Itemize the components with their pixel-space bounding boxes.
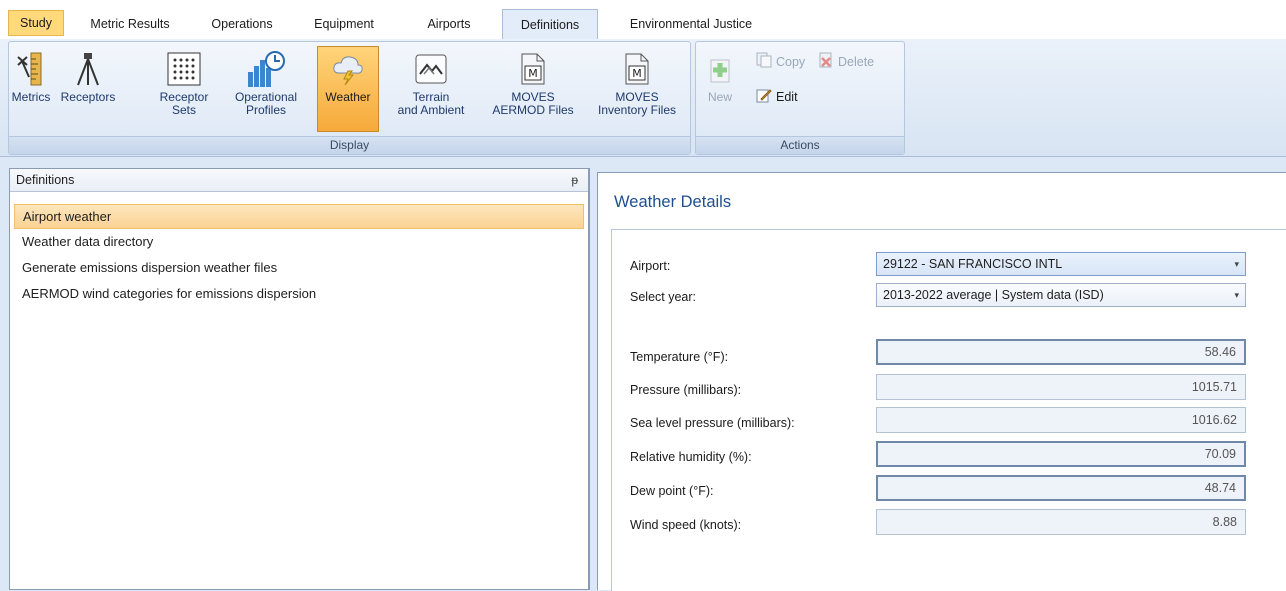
delete-icon xyxy=(818,52,834,71)
display-group: Metrics Receptors Receptor Sets Operatio… xyxy=(8,41,691,155)
year-dropdown-value: 2013-2022 average | System data (ISD) xyxy=(883,288,1104,302)
copy-button[interactable]: Copy xyxy=(756,52,805,71)
moves-aermod-files-button[interactable]: M MOVES AERMOD Files xyxy=(485,46,581,132)
wind-speed-label: Wind speed (knots): xyxy=(630,518,742,532)
list-item-weather-data-directory[interactable]: Weather data directory xyxy=(14,229,584,255)
list-item-aermod-wind-categories[interactable]: AERMOD wind categories for emissions dis… xyxy=(14,281,584,307)
moves-aermod-files-label: MOVES AERMOD Files xyxy=(492,90,574,117)
weather-button[interactable]: Weather xyxy=(317,46,379,132)
operational-profiles-button[interactable]: Operational Profiles xyxy=(227,46,305,132)
terrain-and-ambient-label: Terrain and Ambient xyxy=(397,90,465,117)
tab-equipment[interactable]: Equipment xyxy=(302,10,386,38)
year-dropdown[interactable]: 2013-2022 average | System data (ISD) ▾ xyxy=(876,283,1246,307)
tripod-icon xyxy=(68,47,108,91)
ribbon-tab-strip: Study Metric Results Operations Equipmen… xyxy=(0,0,1286,40)
receptor-sets-button[interactable]: Receptor Sets xyxy=(155,46,213,132)
weather-details-panel: Weather Details Airport: 29122 - SAN FRA… xyxy=(597,172,1286,591)
airport-dropdown[interactable]: 29122 - SAN FRANCISCO INTL ▾ xyxy=(876,252,1246,276)
tab-label: Equipment xyxy=(314,17,374,31)
tab-label: Environmental Justice xyxy=(629,17,753,31)
svg-text:M: M xyxy=(632,67,642,80)
temperature-label: Temperature (°F): xyxy=(630,350,729,364)
tab-environmental-justice[interactable]: Environmental Justice xyxy=(612,10,770,38)
tab-definitions[interactable]: Definitions xyxy=(502,9,598,40)
definitions-panel-header: Definitions ᵽ xyxy=(10,169,588,192)
tab-label: Definitions xyxy=(520,18,580,32)
tab-airports[interactable]: Airports xyxy=(412,10,486,38)
tab-label: Operations xyxy=(211,17,273,31)
svg-text:M: M xyxy=(528,67,538,80)
terrain-and-ambient-button[interactable]: Terrain and Ambient xyxy=(389,46,473,132)
moves-file-icon: M xyxy=(513,47,553,91)
tab-metric-results[interactable]: Metric Results xyxy=(76,10,184,38)
weather-label: Weather xyxy=(325,90,371,104)
sea-level-pressure-label: Sea level pressure (millibars): xyxy=(630,416,795,430)
definitions-panel-title: Definitions xyxy=(16,173,75,187)
tab-study[interactable]: Study xyxy=(8,10,64,36)
new-label: New xyxy=(707,90,732,104)
edit-button[interactable]: Edit xyxy=(756,87,798,106)
weather-details-title: Weather Details xyxy=(614,193,732,211)
definitions-panel: Definitions ᵽ Airport weather Weather da… xyxy=(9,168,589,590)
actions-group-label: Actions xyxy=(696,136,904,154)
tab-label: Airports xyxy=(427,17,471,31)
select-year-label: Select year: xyxy=(630,290,697,304)
dew-point-label: Dew point (°F): xyxy=(630,484,714,498)
tab-operations[interactable]: Operations xyxy=(196,10,288,38)
dew-point-field[interactable]: 48.74 xyxy=(876,475,1246,501)
edit-icon xyxy=(756,87,772,106)
chevron-down-icon: ▾ xyxy=(1234,290,1239,300)
relative-humidity-label: Relative humidity (%): xyxy=(630,450,752,464)
temperature-field[interactable]: 58.46 xyxy=(876,339,1246,365)
delete-button[interactable]: Delete xyxy=(818,52,874,71)
chevron-down-icon: ▾ xyxy=(1234,259,1239,269)
copy-icon xyxy=(756,52,772,71)
metrics-button[interactable]: Metrics xyxy=(11,46,51,132)
display-group-label: Display xyxy=(9,136,690,154)
ruler-icon xyxy=(11,47,51,91)
tab-label: Metric Results xyxy=(90,17,170,31)
moves-inventory-files-button[interactable]: M MOVES Inventory Files xyxy=(587,46,687,132)
wind-speed-field[interactable]: 8.88 xyxy=(876,509,1246,535)
list-item-generate-dispersion-weather-files[interactable]: Generate emissions dispersion weather fi… xyxy=(14,255,584,281)
terrain-icon xyxy=(411,47,451,91)
airport-label: Airport: xyxy=(630,259,671,273)
definitions-list: Airport weather Weather data directory G… xyxy=(10,204,588,307)
ribbon: Metrics Receptors Receptor Sets Operatio… xyxy=(0,39,1286,157)
dot-grid-icon xyxy=(164,47,204,91)
actions-group: New Copy Delete Edit Actions xyxy=(695,41,905,155)
bar-clock-icon xyxy=(246,47,286,91)
receptor-sets-label: Receptor Sets xyxy=(159,90,209,117)
weather-form: Airport: 29122 - SAN FRANCISCO INTL ▾ Se… xyxy=(611,229,1286,591)
operational-profiles-label: Operational Profiles xyxy=(234,90,298,117)
delete-label: Delete xyxy=(838,54,875,69)
add-icon xyxy=(700,47,740,91)
storm-cloud-icon xyxy=(328,47,368,91)
receptors-button[interactable]: Receptors xyxy=(53,46,123,132)
pin-icon[interactable]: ᵽ xyxy=(571,169,578,191)
relative-humidity-field[interactable]: 70.09 xyxy=(876,441,1246,467)
panel-splitter[interactable] xyxy=(589,168,597,590)
sea-level-pressure-field[interactable]: 1016.62 xyxy=(876,407,1246,433)
airport-dropdown-value: 29122 - SAN FRANCISCO INTL xyxy=(883,257,1063,271)
receptors-label: Receptors xyxy=(60,90,116,104)
moves-inventory-files-label: MOVES Inventory Files xyxy=(597,90,677,117)
metrics-label: Metrics xyxy=(11,90,51,104)
tab-label: Study xyxy=(20,16,52,30)
pressure-field[interactable]: 1015.71 xyxy=(876,374,1246,400)
new-button[interactable]: New xyxy=(700,46,740,132)
edit-label: Edit xyxy=(776,89,798,104)
copy-label: Copy xyxy=(776,54,806,69)
list-item-airport-weather[interactable]: Airport weather xyxy=(14,204,584,229)
pressure-label: Pressure (millibars): xyxy=(630,383,742,397)
moves-file-icon: M xyxy=(617,47,657,91)
